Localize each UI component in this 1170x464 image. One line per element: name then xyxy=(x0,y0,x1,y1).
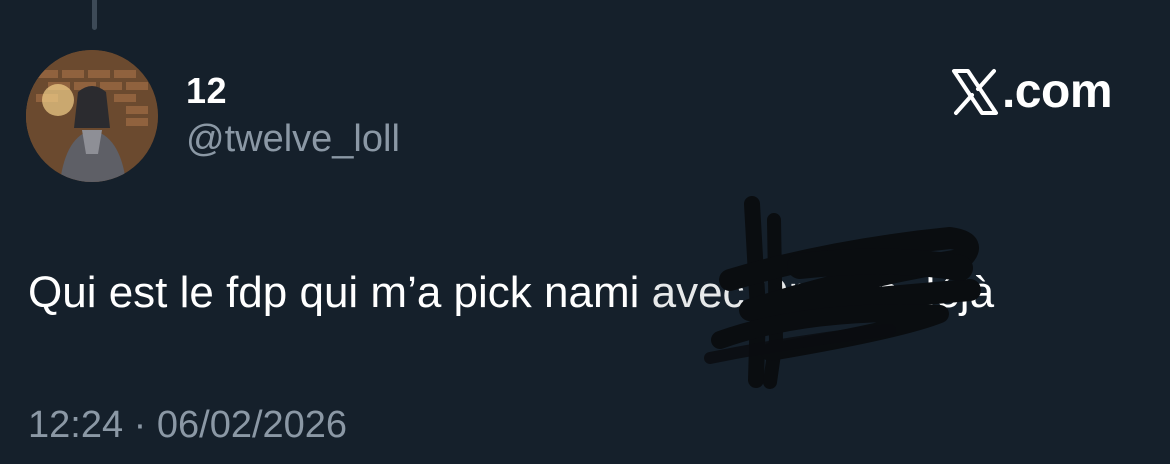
tweet-text-visible: Qui est le fdp qui m’a pick nami xyxy=(28,268,652,317)
tweet-timestamp[interactable]: 12:24 · 06/02/2026 xyxy=(28,404,347,447)
author-display-name[interactable]: 12 xyxy=(186,70,227,112)
brand-watermark: .com xyxy=(950,64,1113,119)
tweet-text-redacted: avec Draven xyxy=(651,268,899,317)
thread-connector-line xyxy=(92,0,97,30)
brand-domain-text: .com xyxy=(1001,65,1113,118)
author-handle[interactable]: @twelve_loll xyxy=(186,118,400,161)
tweet-text-end: déjà xyxy=(898,268,995,317)
avatar-image xyxy=(26,50,158,182)
x-logo-icon xyxy=(951,68,998,115)
tweet-text: Qui est le fdp qui m’a pick nami avec Dr… xyxy=(28,268,994,318)
avatar[interactable] xyxy=(26,50,158,182)
